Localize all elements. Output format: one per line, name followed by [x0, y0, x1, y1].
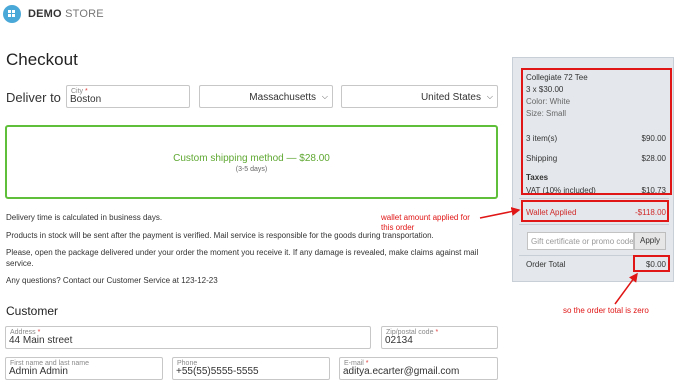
annotation-arrows	[479, 207, 638, 305]
arrow-to-total	[614, 272, 638, 305]
arrow-to-wallet	[479, 207, 521, 219]
